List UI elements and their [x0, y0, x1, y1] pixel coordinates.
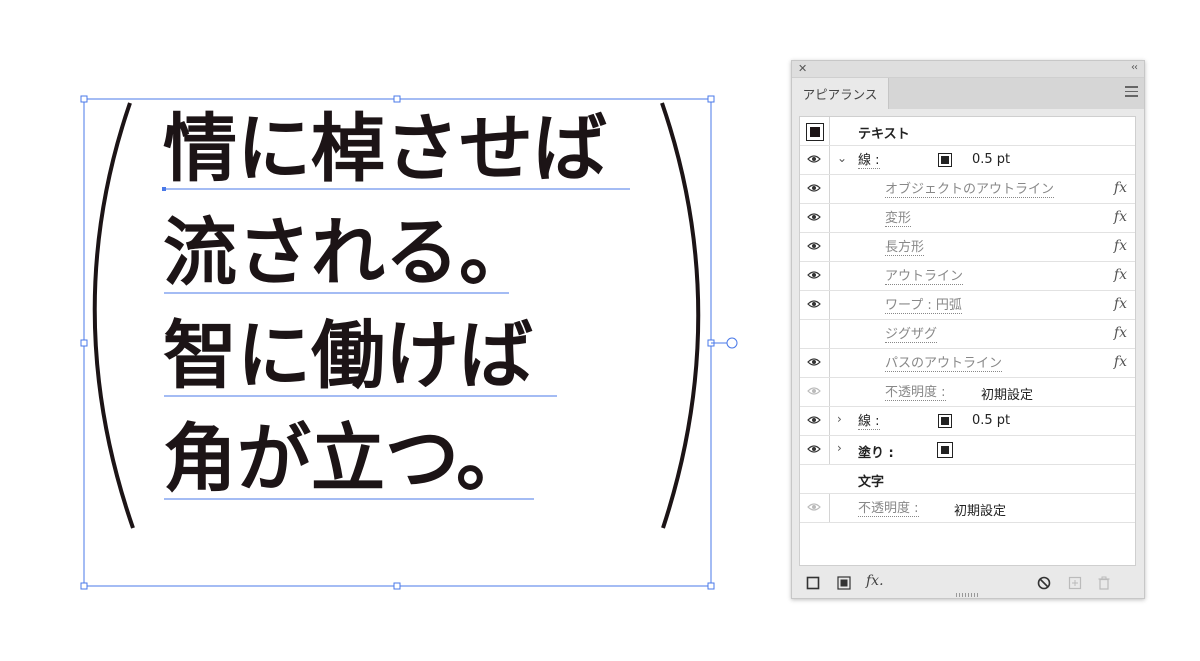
add-stroke-icon[interactable] — [806, 576, 820, 590]
fx-icon[interactable]: fx — [1114, 267, 1127, 283]
chevron-right-icon[interactable]: › — [837, 412, 842, 426]
visibility-eye-icon[interactable] — [807, 270, 821, 280]
text-object-label: テキスト — [858, 127, 910, 142]
visibility-eye-icon-disabled — [807, 503, 821, 511]
effect-row[interactable]: 変形 fx — [800, 204, 1135, 233]
characters-label: 文字 — [858, 475, 885, 490]
appearance-list: テキスト ⌄ 線 : 0.5 pt オブジェクトのアウトライン fx 変形 fx — [799, 116, 1136, 566]
opacity-inner-label[interactable]: 不透明度 : — [885, 385, 946, 401]
fill-swatch[interactable] — [937, 442, 953, 458]
appearance-panel: ✕ ‹‹ アピアランス テキスト ⌄ 線 : 0.5 pt オブジェクトのアウト… — [791, 60, 1145, 599]
left-arc-stroke — [92, 102, 135, 529]
right-arc-stroke — [660, 102, 701, 529]
effect-row[interactable]: オブジェクトのアウトライン fx — [800, 175, 1135, 204]
tab-appearance[interactable]: アピアランス — [792, 78, 889, 109]
text-line-4[interactable]: 角が立つ。 — [163, 422, 530, 496]
tab-row: アピアランス — [792, 78, 1144, 109]
clear-appearance-icon[interactable] — [1037, 576, 1051, 590]
panel-bottom-bar: fx. — [792, 568, 1144, 598]
visibility-eye-icon[interactable] — [807, 154, 821, 164]
add-fill-icon[interactable] — [837, 576, 851, 590]
effect-name[interactable]: オブジェクトのアウトライン — [885, 182, 1055, 198]
effect-row[interactable]: 長方形 fx — [800, 233, 1135, 262]
chevron-down-icon[interactable]: ⌄ — [837, 151, 847, 165]
text-line-3[interactable]: 智に働けば — [163, 319, 533, 393]
effect-name[interactable]: ジグザグ — [885, 327, 938, 343]
opacity-outer-label[interactable]: 不透明度 : — [858, 501, 919, 517]
fx-icon[interactable]: fx — [1114, 325, 1127, 341]
chevron-right-icon[interactable]: › — [837, 441, 842, 455]
effect-row[interactable]: パスのアウトライン fx — [800, 349, 1135, 378]
fx-icon[interactable]: fx — [1114, 296, 1127, 312]
visibility-eye-icon[interactable] — [807, 212, 821, 222]
fill-label[interactable]: 塗り : — [858, 442, 894, 461]
panel-menu-icon[interactable] — [1125, 86, 1138, 98]
panel-titlebar[interactable]: ✕ ‹‹ — [792, 61, 1144, 78]
opacity-outer-value: 初期設定 — [954, 504, 1007, 519]
resize-grip[interactable] — [956, 593, 980, 597]
effect-row[interactable]: アウトライン fx — [800, 262, 1135, 291]
effect-name[interactable]: ワープ : 円弧 — [885, 298, 962, 314]
stroke-2-swatch[interactable] — [938, 414, 952, 428]
text-line-2[interactable]: 流される。 — [163, 216, 533, 290]
fx-icon[interactable]: fx — [1114, 209, 1127, 225]
trash-icon[interactable] — [1097, 576, 1111, 590]
effect-name[interactable]: 長方形 — [885, 240, 925, 256]
stroke-2-label[interactable]: 線 : — [858, 414, 880, 430]
fx-icon[interactable]: fx — [1114, 238, 1127, 254]
add-effect-icon[interactable]: fx. — [866, 573, 888, 589]
visibility-eye-icon[interactable] — [807, 299, 821, 309]
effect-row[interactable]: ワープ : 円弧 fx — [800, 291, 1135, 320]
fx-icon[interactable]: fx — [1114, 354, 1127, 370]
visibility-eye-icon[interactable] — [807, 241, 821, 251]
fx-icon[interactable]: fx — [1114, 180, 1127, 196]
text-object-thumbnail — [806, 123, 824, 141]
visibility-eye-icon[interactable] — [807, 357, 821, 367]
visibility-eye-icon[interactable] — [807, 415, 821, 425]
visibility-eye-icon[interactable] — [807, 183, 821, 193]
stroke-1-weight[interactable]: 0.5 pt — [972, 152, 1010, 167]
collapse-icon[interactable]: ‹‹ — [1131, 62, 1138, 73]
close-icon[interactable]: ✕ — [798, 62, 807, 75]
effect-name[interactable]: 変形 — [885, 211, 912, 227]
stroke-2-weight[interactable]: 0.5 pt — [972, 413, 1010, 428]
duplicate-item-icon[interactable] — [1068, 576, 1082, 590]
artboard-canvas[interactable]: 情に棹させば 流される。 智に働けば 角が立つ。 — [0, 0, 780, 661]
effect-name[interactable]: パスのアウトライン — [885, 356, 1003, 372]
row-stroke-2[interactable]: › 線 : 0.5 pt — [800, 407, 1135, 436]
stroke-1-swatch[interactable] — [938, 153, 952, 167]
effect-row-hidden[interactable]: ジグザグ fx — [800, 320, 1135, 349]
row-characters[interactable]: 文字 — [800, 465, 1135, 494]
row-fill[interactable]: › 塗り : — [800, 436, 1135, 465]
opacity-inner-value: 初期設定 — [981, 388, 1034, 403]
row-opacity-outer[interactable]: 不透明度 : 初期設定 — [800, 494, 1135, 523]
text-line-1[interactable]: 情に棹させば — [163, 112, 607, 186]
row-stroke-1[interactable]: ⌄ 線 : 0.5 pt — [800, 146, 1135, 175]
row-text-object[interactable]: テキスト — [800, 117, 1135, 146]
effect-name[interactable]: アウトライン — [885, 269, 964, 285]
warp-handle[interactable] — [726, 337, 738, 349]
visibility-eye-icon[interactable] — [807, 444, 821, 454]
stroke-1-label[interactable]: 線 : — [858, 153, 880, 169]
row-opacity-inner[interactable]: 不透明度 : 初期設定 — [800, 378, 1135, 407]
visibility-eye-icon-disabled — [807, 387, 821, 395]
